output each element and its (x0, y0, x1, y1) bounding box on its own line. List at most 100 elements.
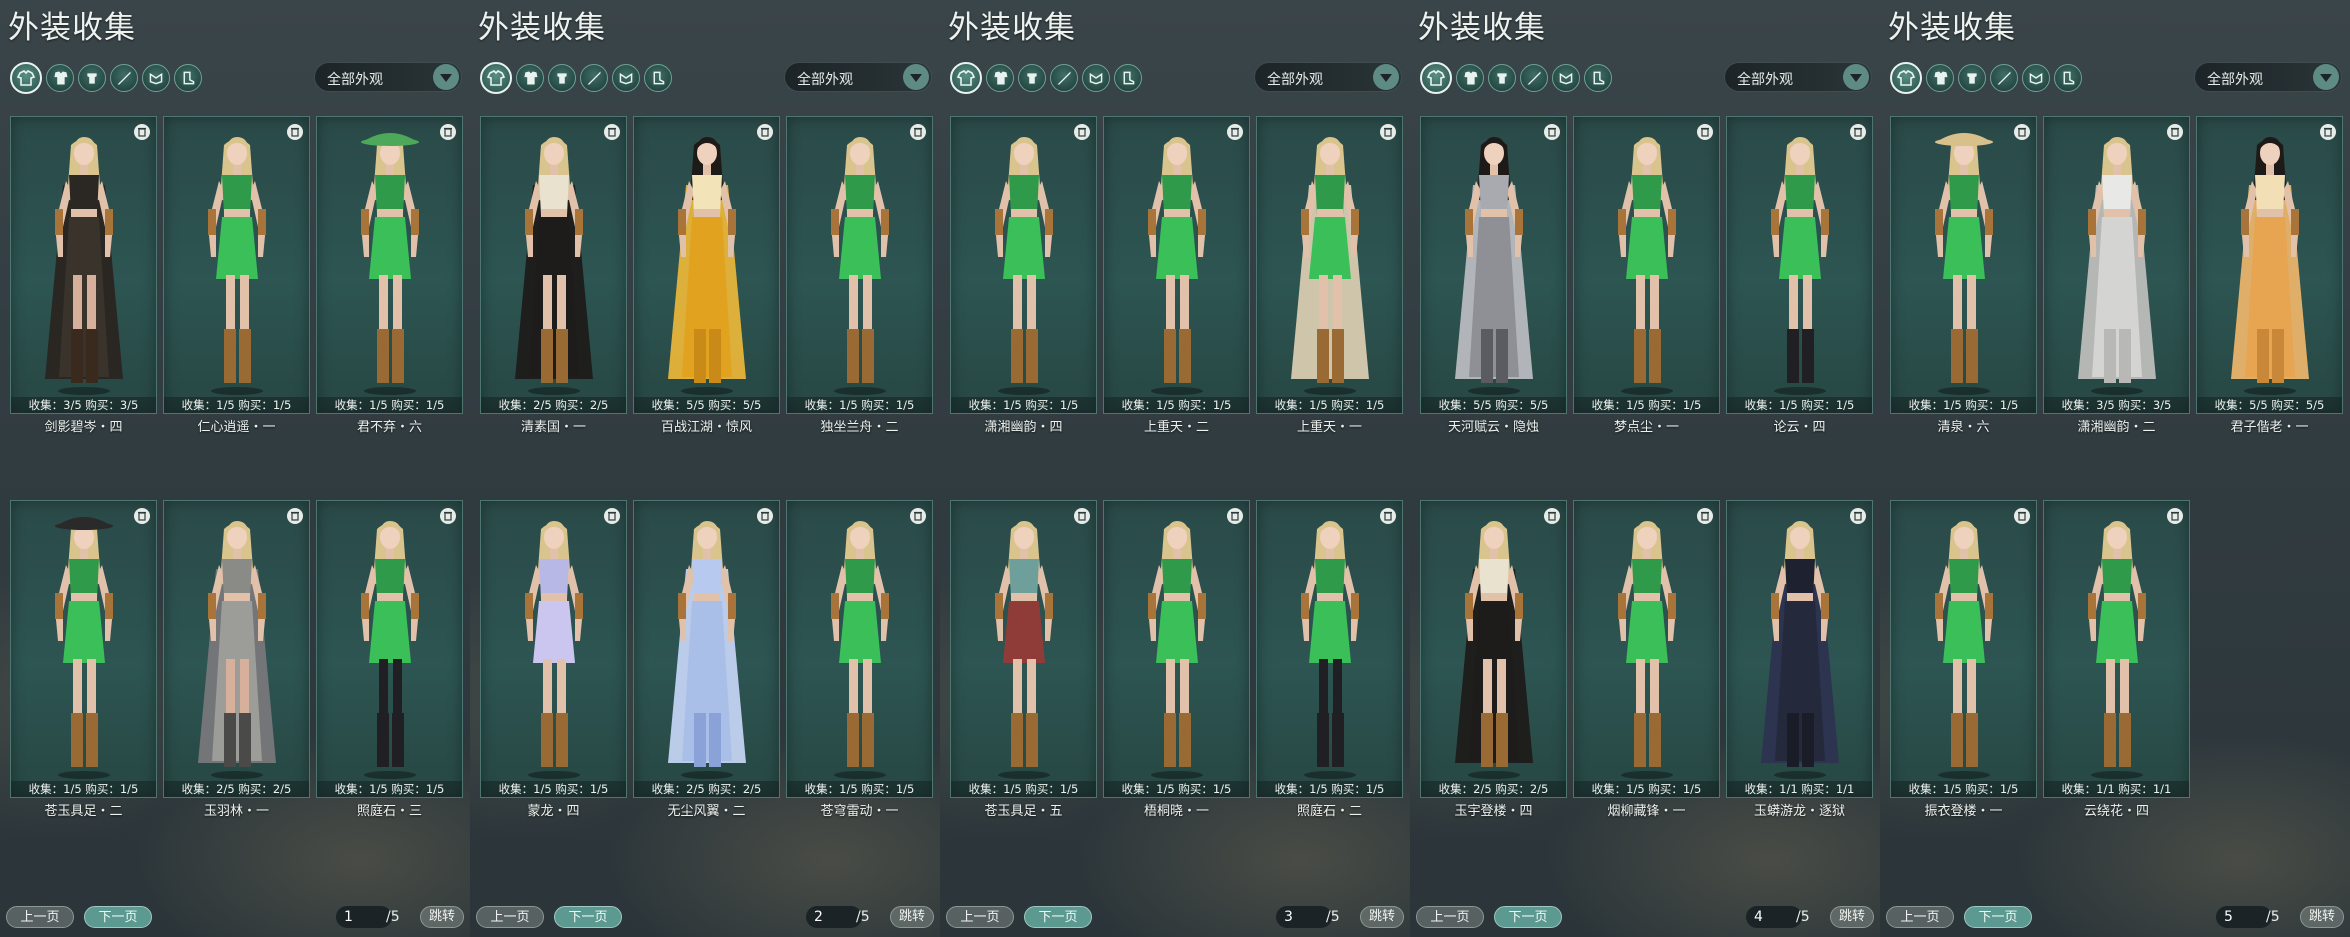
prev-page-button[interactable]: 上一页 (946, 906, 1014, 928)
shoe-icon[interactable] (1114, 64, 1142, 92)
trash-icon[interactable] (287, 124, 303, 140)
trash-icon[interactable] (440, 508, 456, 524)
prev-page-button[interactable]: 上一页 (1886, 906, 1954, 928)
trash-icon[interactable] (1850, 508, 1866, 524)
page-number-input[interactable]: 2 (806, 906, 862, 928)
accessory-icon[interactable] (1082, 64, 1110, 92)
next-page-button[interactable]: 下一页 (1024, 906, 1092, 928)
trash-icon[interactable] (1227, 508, 1243, 524)
all-outfits-icon[interactable] (480, 62, 512, 94)
chevron-down-icon[interactable] (2313, 64, 2339, 90)
trash-icon[interactable] (1544, 124, 1560, 140)
prev-page-button[interactable]: 上一页 (6, 906, 74, 928)
chevron-down-icon[interactable] (433, 64, 459, 90)
trash-icon[interactable] (2167, 124, 2183, 140)
top-icon[interactable] (46, 64, 74, 92)
outfit-card[interactable]: 收集：1/5 购买：1/5 (786, 500, 933, 798)
top-icon[interactable] (516, 64, 544, 92)
trash-icon[interactable] (1544, 508, 1560, 524)
outfit-card[interactable]: 收集：5/5 购买：5/5 (2196, 116, 2343, 414)
trash-icon[interactable] (757, 508, 773, 524)
trash-icon[interactable] (2014, 508, 2030, 524)
shoe-icon[interactable] (644, 64, 672, 92)
top-icon[interactable] (1456, 64, 1484, 92)
shoe-icon[interactable] (1584, 64, 1612, 92)
hat-icon[interactable] (1018, 64, 1046, 92)
weapon-icon[interactable] (580, 64, 608, 92)
all-outfits-icon[interactable] (950, 62, 982, 94)
outfit-card[interactable]: 收集：1/5 购买：1/5 (316, 116, 463, 414)
appearance-filter-dropdown[interactable]: 全部外观 (2194, 62, 2342, 92)
outfit-card[interactable]: 收集：1/1 购买：1/1 (2043, 500, 2190, 798)
next-page-button[interactable]: 下一页 (1494, 906, 1562, 928)
outfit-card[interactable]: 收集：1/5 购买：1/5 (1573, 500, 1720, 798)
outfit-card[interactable]: 收集：2/5 购买：2/5 (163, 500, 310, 798)
jump-page-button[interactable]: 跳转 (420, 906, 464, 928)
trash-icon[interactable] (1074, 124, 1090, 140)
weapon-icon[interactable] (1990, 64, 2018, 92)
trash-icon[interactable] (1697, 124, 1713, 140)
weapon-icon[interactable] (1050, 64, 1078, 92)
shoe-icon[interactable] (2054, 64, 2082, 92)
hat-icon[interactable] (1958, 64, 1986, 92)
outfit-card[interactable]: 收集：1/5 购买：1/5 (950, 116, 1097, 414)
hat-icon[interactable] (548, 64, 576, 92)
jump-page-button[interactable]: 跳转 (890, 906, 934, 928)
outfit-card[interactable]: 收集：1/5 购买：1/5 (1573, 116, 1720, 414)
trash-icon[interactable] (287, 508, 303, 524)
outfit-card[interactable]: 收集：1/5 购买：1/5 (1256, 500, 1403, 798)
trash-icon[interactable] (604, 508, 620, 524)
page-number-input[interactable]: 1 (336, 906, 392, 928)
weapon-icon[interactable] (110, 64, 138, 92)
outfit-card[interactable]: 收集：1/5 购买：1/5 (1726, 116, 1873, 414)
appearance-filter-dropdown[interactable]: 全部外观 (784, 62, 932, 92)
next-page-button[interactable]: 下一页 (554, 906, 622, 928)
page-number-input[interactable]: 5 (2216, 906, 2272, 928)
chevron-down-icon[interactable] (1373, 64, 1399, 90)
next-page-button[interactable]: 下一页 (84, 906, 152, 928)
accessory-icon[interactable] (612, 64, 640, 92)
prev-page-button[interactable]: 上一页 (1416, 906, 1484, 928)
chevron-down-icon[interactable] (1843, 64, 1869, 90)
page-number-input[interactable]: 3 (1276, 906, 1332, 928)
trash-icon[interactable] (440, 124, 456, 140)
prev-page-button[interactable]: 上一页 (476, 906, 544, 928)
outfit-card[interactable]: 收集：1/5 购买：1/5 (1890, 500, 2037, 798)
trash-icon[interactable] (2320, 124, 2336, 140)
appearance-filter-dropdown[interactable]: 全部外观 (314, 62, 462, 92)
top-icon[interactable] (1926, 64, 1954, 92)
trash-icon[interactable] (1227, 124, 1243, 140)
trash-icon[interactable] (1697, 508, 1713, 524)
trash-icon[interactable] (2167, 508, 2183, 524)
appearance-filter-dropdown[interactable]: 全部外观 (1254, 62, 1402, 92)
hat-icon[interactable] (1488, 64, 1516, 92)
outfit-card[interactable]: 收集：1/5 购买：1/5 (1103, 500, 1250, 798)
trash-icon[interactable] (2014, 124, 2030, 140)
outfit-card[interactable]: 收集：1/5 购买：1/5 (316, 500, 463, 798)
outfit-card[interactable]: 收集：1/1 购买：1/1 (1726, 500, 1873, 798)
chevron-down-icon[interactable] (903, 64, 929, 90)
outfit-card[interactable]: 收集：1/5 购买：1/5 (480, 500, 627, 798)
outfit-card[interactable]: 收集：2/5 购买：2/5 (480, 116, 627, 414)
accessory-icon[interactable] (2022, 64, 2050, 92)
outfit-card[interactable]: 收集：1/5 购买：1/5 (10, 500, 157, 798)
all-outfits-icon[interactable] (10, 62, 42, 94)
trash-icon[interactable] (134, 124, 150, 140)
outfit-card[interactable]: 收集：1/5 购买：1/5 (1890, 116, 2037, 414)
top-icon[interactable] (986, 64, 1014, 92)
page-number-input[interactable]: 4 (1746, 906, 1802, 928)
all-outfits-icon[interactable] (1420, 62, 1452, 94)
shoe-icon[interactable] (174, 64, 202, 92)
outfit-card[interactable]: 收集：2/5 购买：2/5 (1420, 500, 1567, 798)
outfit-card[interactable]: 收集：3/5 购买：3/5 (2043, 116, 2190, 414)
outfit-card[interactable]: 收集：5/5 购买：5/5 (1420, 116, 1567, 414)
outfit-card[interactable]: 收集：1/5 购买：1/5 (1256, 116, 1403, 414)
trash-icon[interactable] (910, 124, 926, 140)
trash-icon[interactable] (604, 124, 620, 140)
jump-page-button[interactable]: 跳转 (1830, 906, 1874, 928)
outfit-card[interactable]: 收集：1/5 购买：1/5 (786, 116, 933, 414)
trash-icon[interactable] (1380, 508, 1396, 524)
all-outfits-icon[interactable] (1890, 62, 1922, 94)
trash-icon[interactable] (1850, 124, 1866, 140)
trash-icon[interactable] (1380, 124, 1396, 140)
